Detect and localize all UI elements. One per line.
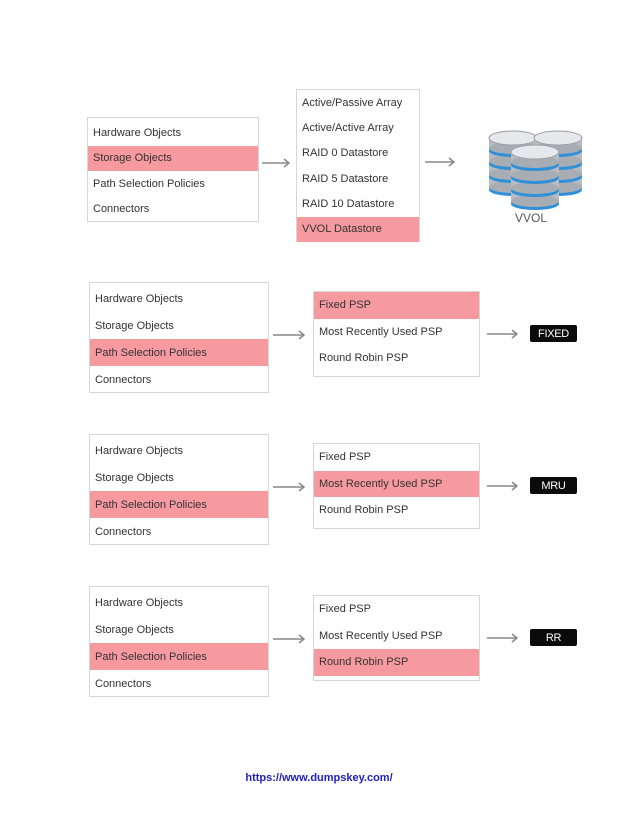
menu-item[interactable]: Connectors xyxy=(90,518,268,545)
database-icon xyxy=(488,130,583,210)
result-badge: FIXED xyxy=(530,325,577,342)
menu-item[interactable]: Most Recently Used PSP xyxy=(314,470,479,497)
arrow-right-icon xyxy=(425,157,455,167)
menu-item[interactable]: RAID 0 Datastore xyxy=(297,141,419,166)
menu-item[interactable]: Round Robin PSP xyxy=(314,497,479,524)
menu-item[interactable]: Round Robin PSP xyxy=(314,345,479,372)
menu-item[interactable]: Hardware Objects xyxy=(90,285,268,312)
menu-item[interactable]: Hardware Objects xyxy=(88,120,258,146)
submenu: Active/Passive Array Active/Active Array R… xyxy=(296,89,420,242)
menu-item[interactable]: Round Robin PSP xyxy=(314,649,479,676)
submenu: Fixed PSP Most Recently Used PSP Round Rob… xyxy=(313,291,480,377)
menu-item[interactable]: Most Recently Used PSP xyxy=(314,623,479,650)
arrow-right-icon xyxy=(487,329,518,339)
menu-item[interactable]: Connectors xyxy=(90,670,268,697)
menu-item[interactable]: Fixed PSP xyxy=(314,444,479,471)
menu-item[interactable]: Storage Objects xyxy=(90,312,268,339)
menu-item[interactable]: Hardware Objects xyxy=(90,437,268,464)
left-menu: Hardware Objects Storage Objects Path Sele… xyxy=(89,434,269,545)
menu-item[interactable]: Most Recently Used PSP xyxy=(314,319,479,346)
menu-item[interactable]: Path Selection Policies xyxy=(90,643,268,670)
menu-item[interactable]: Connectors xyxy=(90,366,268,393)
menu-item[interactable]: Fixed PSP xyxy=(314,596,479,623)
menu-item[interactable]: VVOL Datastore xyxy=(297,216,419,242)
menu-item[interactable]: Connectors xyxy=(88,197,258,223)
menu-item[interactable]: Storage Objects xyxy=(88,145,258,171)
menu-item[interactable]: Path Selection Policies xyxy=(90,491,268,518)
arrow-right-icon xyxy=(273,482,305,492)
menu-item[interactable]: Path Selection Policies xyxy=(90,339,268,366)
arrow-right-icon xyxy=(273,330,305,340)
arrow-right-icon xyxy=(273,634,305,644)
footer-link[interactable]: https://www.dumpskey.com/ xyxy=(0,772,638,784)
menu-item[interactable]: Storage Objects xyxy=(90,616,268,643)
vvol-label: VVOL xyxy=(515,211,548,225)
submenu: Fixed PSP Most Recently Used PSP Round Rob… xyxy=(313,443,480,529)
menu-item[interactable]: Active/Active Array xyxy=(297,115,419,140)
left-menu: Hardware Objects Storage Objects Path Sele… xyxy=(87,117,259,222)
arrow-right-icon xyxy=(487,633,518,643)
arrow-right-icon xyxy=(487,481,518,491)
arrow-right-icon xyxy=(262,158,290,168)
menu-item[interactable]: Active/Passive Array xyxy=(297,90,419,115)
left-menu: Hardware Objects Storage Objects Path Sele… xyxy=(89,282,269,393)
result-badge: MRU xyxy=(530,477,577,494)
submenu: Fixed PSP Most Recently Used PSP Round Rob… xyxy=(313,595,480,681)
menu-item[interactable]: RAID 10 Datastore xyxy=(297,191,419,216)
menu-item[interactable]: Fixed PSP xyxy=(314,292,479,319)
left-menu: Hardware Objects Storage Objects Path Sele… xyxy=(89,586,269,697)
menu-item[interactable]: Path Selection Policies xyxy=(88,171,258,197)
menu-item[interactable]: Hardware Objects xyxy=(90,589,268,616)
menu-item[interactable]: Storage Objects xyxy=(90,464,268,491)
page: https://www.dumpskey.com/ Hardware Objec… xyxy=(0,0,638,826)
menu-item[interactable]: RAID 5 Datastore xyxy=(297,166,419,191)
result-badge: RR xyxy=(530,629,577,646)
